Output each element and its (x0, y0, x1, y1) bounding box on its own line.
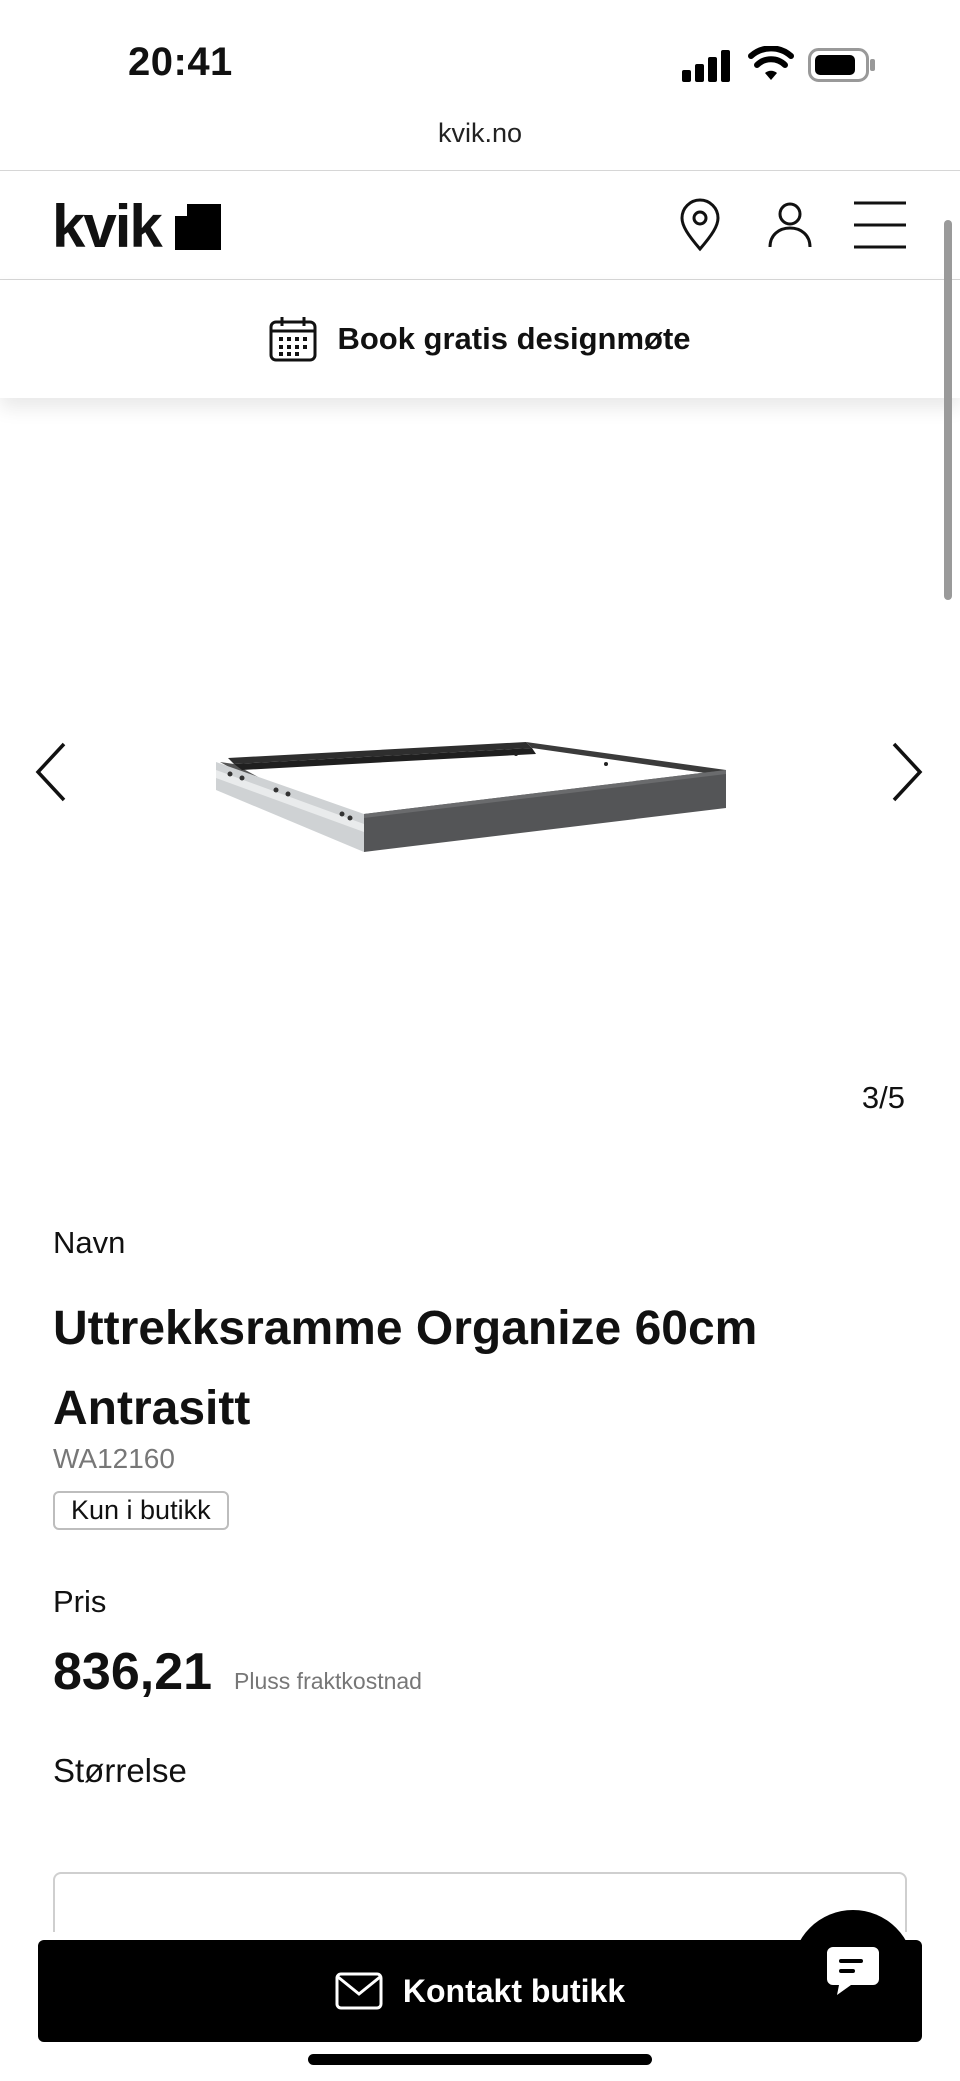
chat-icon (827, 1947, 879, 1995)
hamburger-menu-icon[interactable] (852, 197, 908, 253)
chat-button[interactable] (792, 1910, 914, 2032)
name-label: Navn (53, 1225, 126, 1260)
page-scrollbar[interactable] (944, 220, 952, 600)
contact-store-button[interactable]: Kontakt butikk (38, 1940, 922, 2042)
mail-icon (335, 1972, 383, 2010)
cellular-signal-icon (682, 50, 730, 82)
chevron-right-icon[interactable] (886, 740, 926, 804)
location-pin-icon[interactable] (672, 197, 728, 253)
battery-icon (808, 48, 875, 82)
gallery-counter: 3/5 (861, 1080, 905, 1115)
chevron-left-icon[interactable] (32, 740, 72, 804)
book-design-meeting-banner[interactable]: Book gratis designmøte (0, 280, 960, 398)
product-title: Uttrekksramme Organize 60cm Antrasitt (53, 1302, 758, 1435)
logo-mark (174, 204, 221, 250)
contact-store-label: Kontakt butikk (402, 1972, 626, 2009)
account-icon[interactable] (762, 197, 818, 253)
price-row: 836,21 Pluss fraktkostnad (53, 1642, 913, 1702)
wifi-icon (748, 46, 794, 80)
kvik-logo[interactable]: kvik (52, 193, 221, 260)
product-gallery: 3/5 (0, 400, 960, 1130)
home-indicator[interactable] (308, 2054, 652, 2065)
booking-label: Book gratis designmøte (337, 321, 691, 356)
size-label: Størrelse (53, 1752, 187, 1789)
product-info: Navn Uttrekksramme Organize 60cm Antrasi… (53, 1225, 913, 1790)
availability-badge: Kun i butikk (53, 1491, 229, 1530)
shipping-note: Pluss fraktkostnad (234, 1668, 422, 1694)
size-select[interactable] (53, 1872, 907, 1932)
logo-text: kvik (52, 193, 163, 260)
product-image[interactable] (216, 730, 726, 860)
status-time: 20:41 (128, 40, 233, 84)
calendar-icon (269, 317, 317, 362)
product-price: 836,21 (53, 1643, 213, 1701)
price-label: Pris (53, 1584, 107, 1619)
status-bar: 20:41 (0, 0, 960, 120)
site-header: kvik (0, 170, 960, 280)
browser-url[interactable]: kvik.no (0, 118, 960, 170)
